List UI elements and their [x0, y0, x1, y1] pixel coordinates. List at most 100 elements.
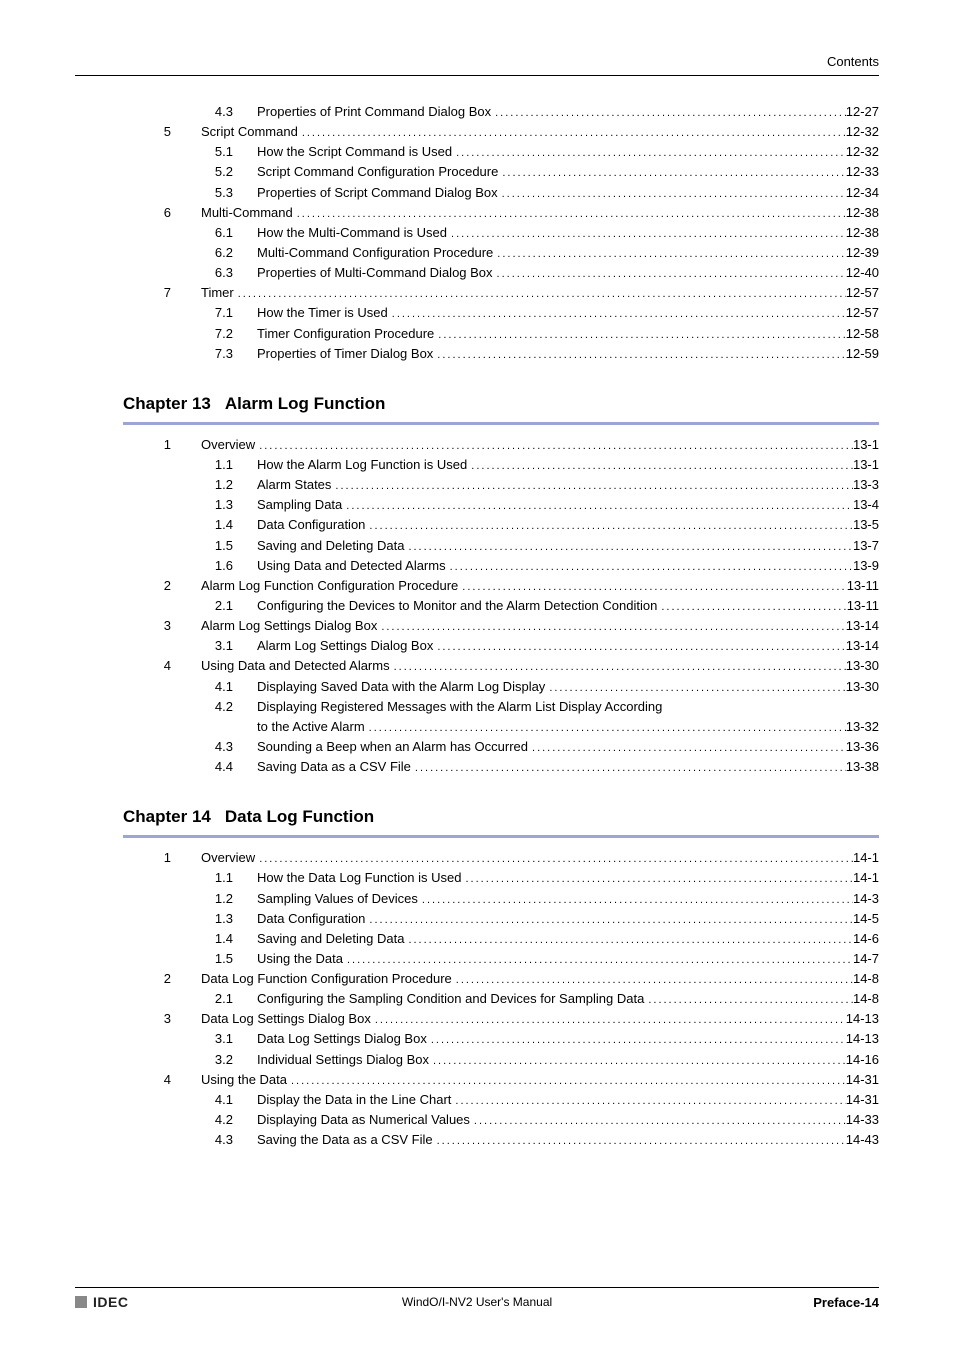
toc-entry[interactable]: 1.6Using Data and Detected Alarms13-9: [123, 556, 879, 576]
toc-page: 12-27: [846, 102, 879, 122]
toc-entry[interactable]: 4.4Saving Data as a CSV File13-38: [123, 757, 879, 777]
page-header: Contents: [75, 54, 879, 76]
toc-title: Configuring the Devices to Monitor and t…: [257, 596, 657, 616]
toc-entry[interactable]: 6.1How the Multi-Command is Used12-38: [123, 223, 879, 243]
toc-entry-continued[interactable]: to the Active Alarm13-32: [123, 717, 879, 737]
toc-title: Saving Data as a CSV File: [257, 757, 411, 777]
toc-page: 12-38: [846, 203, 879, 223]
toc-entry[interactable]: 4.2Displaying Data as Numerical Values14…: [123, 1110, 879, 1130]
toc-leader: [411, 757, 846, 777]
toc-entry[interactable]: 4.3Saving the Data as a CSV File14-43: [123, 1130, 879, 1150]
toc-number: 1: [123, 848, 201, 868]
toc-entry[interactable]: 4.3Properties of Print Command Dialog Bo…: [123, 102, 879, 122]
toc-entry[interactable]: 2Alarm Log Function Configuration Proced…: [123, 576, 879, 596]
toc-entry[interactable]: 4Using Data and Detected Alarms13-30: [123, 656, 879, 676]
toc-entry[interactable]: 6Multi-Command12-38: [123, 203, 879, 223]
toc-leader: [447, 223, 846, 243]
toc-entry[interactable]: 1.4Data Configuration13-5: [123, 515, 879, 535]
toc-leader: [365, 515, 853, 535]
toc-number: 3.1: [123, 1029, 257, 1049]
toc-entry[interactable]: 3.1Data Log Settings Dialog Box14-13: [123, 1029, 879, 1049]
toc-number: 1.3: [123, 909, 257, 929]
toc-entry[interactable]: 1.2Sampling Values of Devices14-3: [123, 889, 879, 909]
toc-entry[interactable]: 1.3Sampling Data13-4: [123, 495, 879, 515]
toc-number: 1.5: [123, 949, 257, 969]
toc-entry[interactable]: 1.5Using the Data14-7: [123, 949, 879, 969]
toc-entry[interactable]: 5.3Properties of Script Command Dialog B…: [123, 183, 879, 203]
chapter-body: 1Overview14-11.1How the Data Log Functio…: [123, 848, 879, 1150]
toc-entry[interactable]: 7Timer12-57: [123, 283, 879, 303]
toc-page: 14-1: [853, 868, 879, 888]
toc-number: 3.2: [123, 1050, 257, 1070]
toc-title-cont: to the Active Alarm: [257, 717, 365, 737]
toc-page: 12-33: [846, 162, 879, 182]
toc-number: 1.4: [123, 515, 257, 535]
toc-number: 1.3: [123, 495, 257, 515]
toc-page: 14-43: [846, 1130, 879, 1150]
toc-leader: [498, 183, 846, 203]
toc-number: 5: [123, 122, 201, 142]
toc-leader: [427, 1029, 846, 1049]
toc-title: Sampling Values of Devices: [257, 889, 418, 909]
toc-page: 12-59: [846, 344, 879, 364]
toc-number: 3: [123, 616, 201, 636]
toc-entry[interactable]: 7.2Timer Configuration Procedure12-58: [123, 324, 879, 344]
toc-page: 12-32: [846, 142, 879, 162]
toc-entry[interactable]: 7.3Properties of Timer Dialog Box12-59: [123, 344, 879, 364]
toc-title: How the Timer is Used: [257, 303, 388, 323]
toc-entry[interactable]: 3Alarm Log Settings Dialog Box13-14: [123, 616, 879, 636]
toc-entry[interactable]: 4.2Displaying Registered Messages with t…: [123, 697, 879, 717]
toc-entry[interactable]: 5Script Command12-32: [123, 122, 879, 142]
toc-entry[interactable]: 4.1Displaying Saved Data with the Alarm …: [123, 677, 879, 697]
toc-leader: [446, 556, 853, 576]
toc-entry[interactable]: 1.3Data Configuration14-5: [123, 909, 879, 929]
toc-title: Sampling Data: [257, 495, 342, 515]
toc-leader: [433, 344, 845, 364]
toc-number: 3.1: [123, 636, 257, 656]
toc-leader: [429, 1050, 846, 1070]
toc-entry[interactable]: 1.1How the Alarm Log Function is Used13-…: [123, 455, 879, 475]
toc-page: 13-11: [847, 596, 879, 616]
toc-page: 12-57: [846, 303, 879, 323]
toc-number: 3: [123, 1009, 201, 1029]
toc-entry[interactable]: 4.3Sounding a Beep when an Alarm has Occ…: [123, 737, 879, 757]
toc-number: 5.3: [123, 183, 257, 203]
toc-entry[interactable]: 1.2Alarm States13-3: [123, 475, 879, 495]
toc-number: 7: [123, 283, 201, 303]
toc-entry[interactable]: 4Using the Data14-31: [123, 1070, 879, 1090]
brand-icon: [75, 1296, 87, 1308]
toc-entry[interactable]: 1.5Saving and Deleting Data13-7: [123, 536, 879, 556]
toc-page: 13-36: [846, 737, 879, 757]
toc-leader: [390, 656, 846, 676]
toc-entry[interactable]: 7.1How the Timer is Used12-57: [123, 303, 879, 323]
toc-number: 4.2: [123, 1110, 257, 1130]
toc-entry[interactable]: 3.1Alarm Log Settings Dialog Box13-14: [123, 636, 879, 656]
toc-number: 1.4: [123, 929, 257, 949]
toc-title: Display the Data in the Line Chart: [257, 1090, 451, 1110]
toc-entry[interactable]: 1.4Saving and Deleting Data14-6: [123, 929, 879, 949]
toc-entry[interactable]: 3Data Log Settings Dialog Box14-13: [123, 1009, 879, 1029]
toc-entry[interactable]: 6.2Multi-Command Configuration Procedure…: [123, 243, 879, 263]
toc-entry[interactable]: 1Overview13-1: [123, 435, 879, 455]
toc-entry[interactable]: 2.1Configuring the Devices to Monitor an…: [123, 596, 879, 616]
toc-page: 14-13: [846, 1009, 879, 1029]
toc-entry[interactable]: 3.2Individual Settings Dialog Box14-16: [123, 1050, 879, 1070]
toc-entry[interactable]: 5.1How the Script Command is Used12-32: [123, 142, 879, 162]
toc-leader: [493, 243, 845, 263]
toc-title: Script Command: [201, 122, 298, 142]
toc-leader: [371, 1009, 846, 1029]
toc-entry[interactable]: 4.1Display the Data in the Line Chart14-…: [123, 1090, 879, 1110]
toc-entry[interactable]: 2.1Configuring the Sampling Condition an…: [123, 989, 879, 1009]
toc-entry[interactable]: 6.3Properties of Multi-Command Dialog Bo…: [123, 263, 879, 283]
toc-entry[interactable]: 2Data Log Function Configuration Procedu…: [123, 969, 879, 989]
toc-title: Data Configuration: [257, 909, 365, 929]
toc-entry[interactable]: 1Overview14-1: [123, 848, 879, 868]
toc-number: 4.3: [123, 737, 257, 757]
toc-page: 13-11: [847, 576, 879, 596]
toc-entry[interactable]: 1.1How the Data Log Function is Used14-1: [123, 868, 879, 888]
toc-title: Timer Configuration Procedure: [257, 324, 434, 344]
toc-page: 14-31: [846, 1070, 879, 1090]
toc-entry[interactable]: 5.2Script Command Configuration Procedur…: [123, 162, 879, 182]
toc-number: 4: [123, 656, 201, 676]
toc-page: 14-1: [853, 848, 879, 868]
